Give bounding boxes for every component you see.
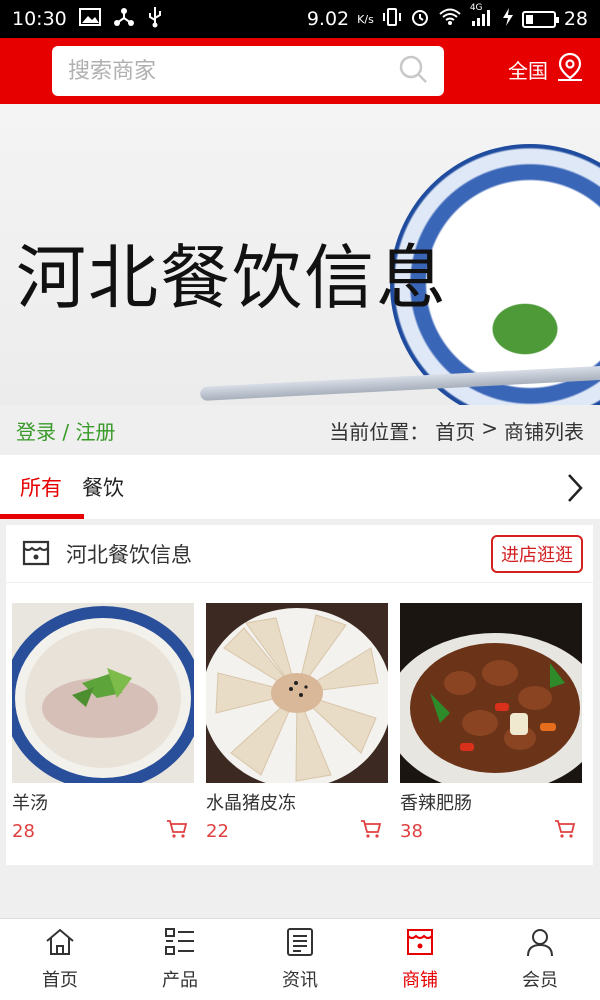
nav-item-products[interactable]: 产品 — [120, 919, 240, 1000]
product-name[interactable]: 香辣肥肠 — [400, 789, 582, 815]
nav-label-store: 商铺 — [402, 970, 438, 991]
category-tabs: 所有 餐饮 — [0, 455, 600, 519]
status-time: 10:30 — [12, 8, 67, 30]
product-price: 28 — [12, 820, 35, 842]
breadcrumb-row: 登录 / 注册 当前位置： 首页 > 商铺列表 — [0, 405, 600, 455]
battery-icon — [521, 10, 559, 28]
share-icon — [113, 7, 135, 32]
tab-all[interactable]: 所有 — [0, 455, 84, 519]
region-selector[interactable]: 全国 — [508, 52, 584, 87]
product-card[interactable]: 水晶猪皮冻 22 — [206, 603, 388, 843]
product-image-mutton-soup[interactable] — [12, 603, 194, 783]
header: 全国 — [0, 38, 600, 104]
product-bottom: 28 — [12, 819, 194, 843]
store-icon — [20, 536, 52, 572]
login-register-link[interactable]: 登录 / 注册 — [16, 416, 115, 445]
location-pin-icon — [556, 52, 584, 87]
nav-label-home: 首页 — [42, 970, 78, 991]
product-price: 22 — [206, 820, 229, 842]
charging-icon — [502, 7, 514, 32]
chevron-right-icon[interactable] — [566, 473, 584, 507]
product-bottom: 38 — [400, 819, 582, 843]
status-speed-unit: K/s — [357, 12, 374, 26]
breadcrumb-home[interactable]: 首页 — [435, 416, 475, 445]
status-bar: 10:30 9.02 K/s 4G 28 — [0, 0, 600, 38]
breadcrumb-current: 商铺列表 — [504, 419, 584, 444]
product-image-pork-skin-jelly[interactable] — [206, 603, 388, 783]
list-icon — [164, 927, 196, 962]
banner-herb-image — [480, 294, 570, 364]
nav-label-news: 资讯 — [282, 970, 318, 991]
status-left: 10:30 — [12, 6, 163, 33]
vibrate-icon — [382, 7, 402, 31]
news-icon — [285, 927, 315, 962]
product-card[interactable]: 羊汤 28 — [12, 603, 194, 843]
tab-catering[interactable]: 餐饮 — [82, 455, 144, 519]
signal-icon: 4G — [470, 3, 494, 32]
cart-icon[interactable] — [360, 819, 382, 843]
cart-icon[interactable] — [554, 819, 576, 843]
search-icon[interactable] — [398, 54, 428, 88]
search-box[interactable] — [52, 46, 444, 96]
user-icon — [525, 927, 555, 962]
banner[interactable]: 河北餐饮信息 — [0, 104, 600, 405]
alarm-icon — [410, 7, 430, 32]
store-icon — [404, 927, 436, 962]
product-card[interactable]: 香辣肥肠 38 — [400, 603, 582, 843]
wifi-icon — [438, 8, 462, 31]
status-speed: 9.02 — [306, 8, 350, 30]
breadcrumb-prefix: 当前位置： — [329, 419, 430, 444]
enter-shop-button[interactable]: 进店逛逛 — [491, 534, 583, 573]
status-right: 9.02 K/s 4G 28 — [306, 3, 588, 32]
product-name[interactable]: 水晶猪皮冻 — [206, 789, 388, 815]
status-network: 4G — [469, 2, 483, 13]
product-list: 羊汤 28 水晶猪皮冻 22 香辣肥肠 38 — [12, 603, 582, 843]
home-icon — [44, 927, 76, 962]
product-bottom: 22 — [206, 819, 388, 843]
region-label: 全国 — [508, 59, 548, 83]
product-image-spicy-intestines[interactable] — [400, 603, 582, 783]
nav-label-member: 会员 — [522, 970, 558, 991]
image-icon — [78, 7, 101, 31]
nav-label-products: 产品 — [162, 970, 198, 991]
shop-header: 河北餐饮信息 进店逛逛 — [6, 525, 593, 583]
app-page: 10:30 9.02 K/s 4G 28 搜索商家 全国 河北餐饮信息 登录 /… — [0, 0, 600, 1000]
bottom-nav: 首页 产品 资讯 商铺 会员 — [0, 918, 600, 1000]
breadcrumb-separator: > — [481, 415, 498, 440]
nav-item-home[interactable]: 首页 — [0, 919, 120, 1000]
nav-item-member[interactable]: 会员 — [480, 919, 600, 1000]
shop-card: 河北餐饮信息 进店逛逛 羊汤 28 水晶猪皮冻 22 香辣肥肠 38 — [6, 525, 593, 865]
cart-icon[interactable] — [166, 819, 188, 843]
breadcrumb: 当前位置： 首页 > 商铺列表 — [329, 416, 584, 445]
shop-name[interactable]: 河北餐饮信息 — [66, 539, 192, 569]
nav-item-news[interactable]: 资讯 — [240, 919, 360, 1000]
battery-level — [525, 14, 534, 24]
search-input[interactable] — [68, 58, 398, 84]
nav-item-store[interactable]: 商铺 — [360, 919, 480, 1000]
product-price: 38 — [400, 820, 423, 842]
banner-title: 河北餐饮信息 — [16, 237, 448, 319]
usb-icon — [147, 6, 163, 33]
product-name[interactable]: 羊汤 — [12, 789, 194, 815]
status-battery: 28 — [563, 8, 588, 30]
